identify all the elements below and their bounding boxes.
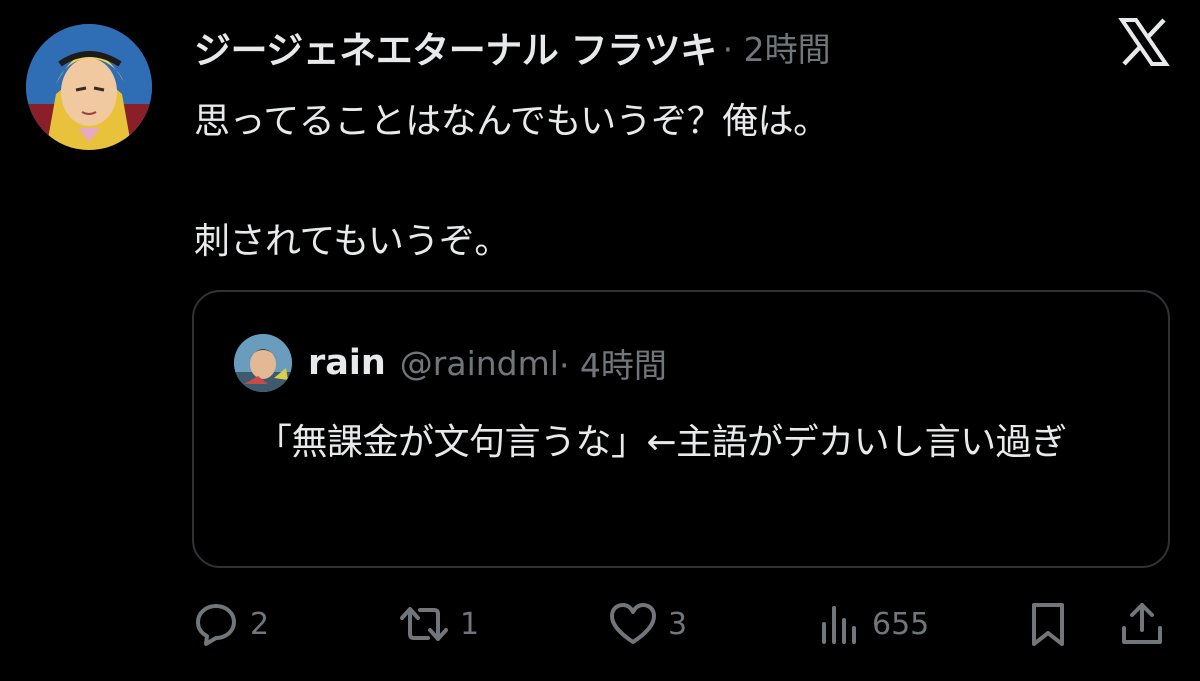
heart-icon — [608, 600, 658, 648]
post-header: ジージェネエターナル フラツキ · 2時間 — [194, 22, 831, 72]
quoted-avatar-image — [234, 334, 292, 392]
reply-count: 2 — [250, 606, 270, 642]
like-button[interactable]: 3 — [608, 598, 687, 650]
author-avatar[interactable] — [26, 24, 152, 150]
views-button[interactable]: 655 — [818, 598, 929, 650]
quoted-post-timestamp[interactable]: · 4時間 — [559, 339, 667, 387]
post-timestamp[interactable]: · 2時間 — [723, 23, 831, 71]
quoted-post-header: rain @raindml · 4時間 — [308, 338, 667, 388]
repost-button[interactable]: 1 — [398, 598, 479, 650]
like-count: 3 — [668, 606, 688, 642]
post-text-line-1: 思ってることはなんでもいうぞ？俺は。 — [194, 101, 829, 142]
post-text-line-2: 刺されてもいうぞ。 — [194, 221, 510, 262]
share-button[interactable] — [1118, 598, 1166, 650]
author-avatar-image — [26, 24, 152, 150]
quoted-author-name[interactable]: rain — [308, 343, 386, 383]
share-icon — [1118, 600, 1166, 648]
quoted-post[interactable]: rain @raindml · 4時間 「無課金が文句言うな」←主語がデカいし言… — [192, 290, 1170, 568]
author-display-name[interactable]: ジージェネエターナル フラツキ — [194, 20, 717, 74]
x-logo-icon — [1118, 16, 1170, 68]
views-count: 655 — [872, 606, 930, 642]
reply-icon — [192, 600, 240, 648]
quoted-author-avatar — [234, 334, 292, 392]
action-bar: 2 1 3 655 — [0, 598, 1200, 650]
quoted-author-handle[interactable]: @raindml — [400, 344, 559, 383]
repost-icon — [398, 600, 450, 648]
quoted-post-text: 「無課金が文句言うな」←主語がデカいし言い過ぎ — [256, 422, 1067, 463]
bookmark-icon — [1026, 600, 1070, 648]
bookmark-button[interactable] — [1026, 598, 1070, 650]
views-icon — [818, 600, 862, 648]
repost-count: 1 — [460, 606, 480, 642]
reply-button[interactable]: 2 — [192, 598, 269, 650]
